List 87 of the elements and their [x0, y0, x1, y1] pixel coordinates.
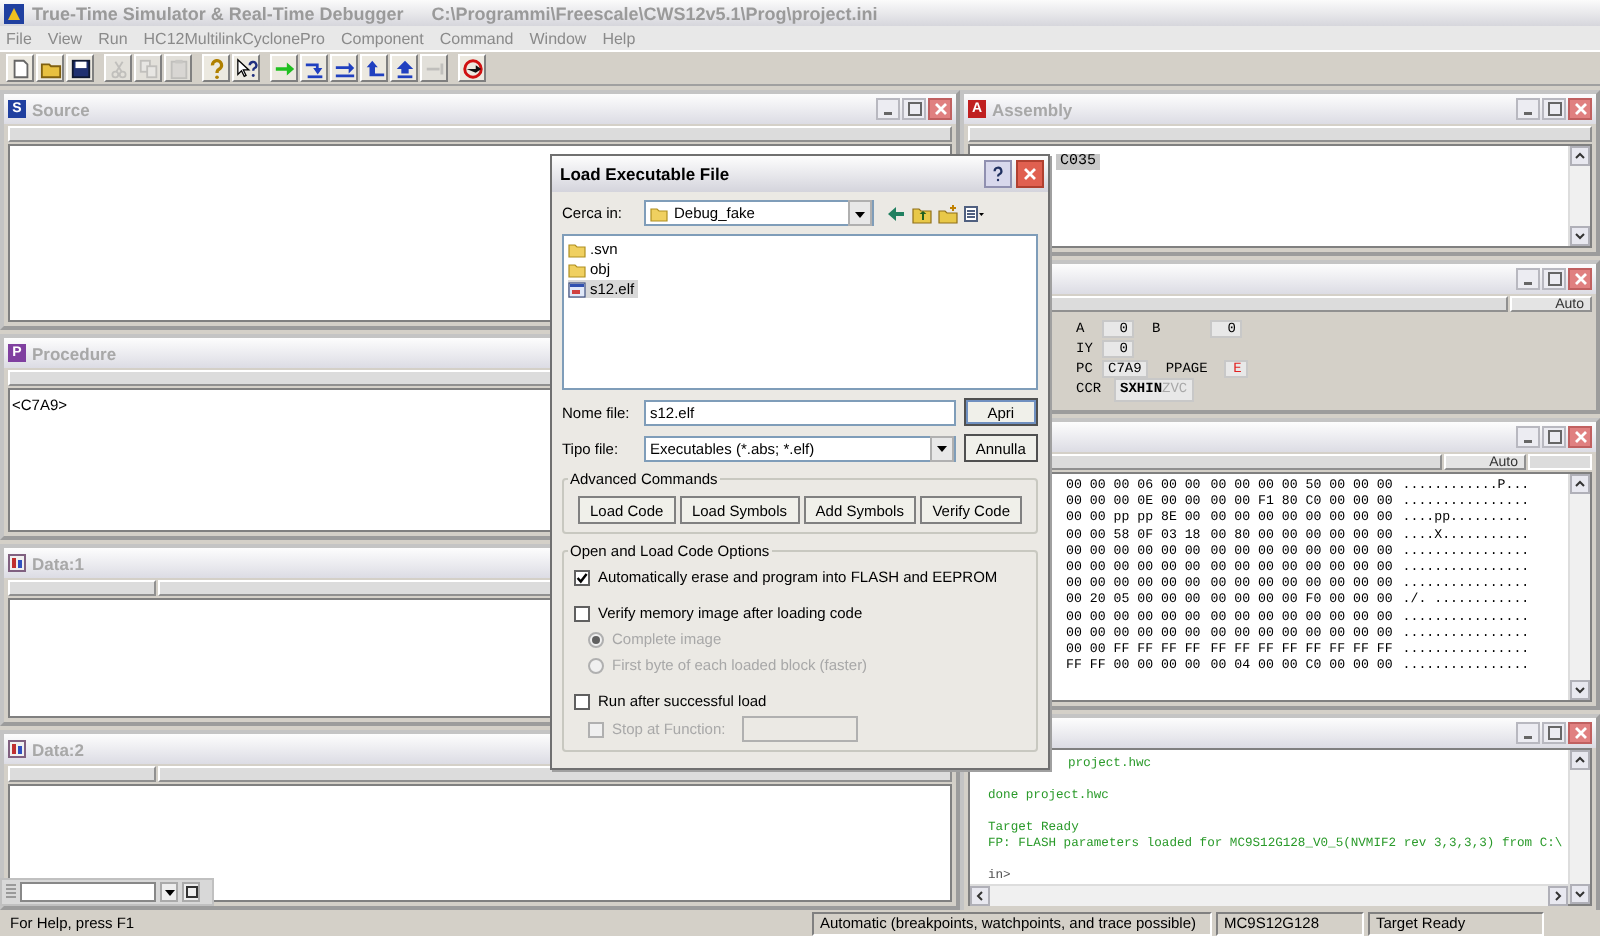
- caret-down-icon: [935, 442, 948, 454]
- window-title: Source: [32, 99, 92, 119]
- caret-down-icon: [854, 207, 866, 219]
- close-icon: [933, 102, 947, 116]
- scrollbar[interactable]: [970, 884, 1568, 906]
- close-icon: [1573, 102, 1587, 116]
- reset-icon: [461, 57, 483, 79]
- close-icon: [1573, 272, 1587, 286]
- scrollbar[interactable]: [1568, 146, 1590, 246]
- window-title: Data:1: [32, 553, 86, 573]
- close-button[interactable]: [1568, 722, 1592, 744]
- context-help-button[interactable]: [232, 54, 260, 82]
- minimize-button[interactable]: [876, 98, 900, 120]
- caret-down-icon: [1574, 684, 1586, 696]
- caret-right-icon: [1552, 890, 1564, 902]
- reset-button[interactable]: [458, 54, 486, 82]
- maximize-icon: [1547, 272, 1561, 286]
- scrollbar[interactable]: [1568, 750, 1590, 904]
- question-mark-icon: [990, 166, 1006, 182]
- minimize-button[interactable]: [1516, 268, 1540, 290]
- app-icon: [4, 3, 24, 23]
- program-file-icon: [568, 281, 586, 297]
- new-folder-icon[interactable]: [938, 203, 958, 223]
- step-over-button[interactable]: [330, 54, 358, 82]
- minimize-button[interactable]: [1516, 722, 1540, 744]
- help-cursor-icon: [235, 57, 257, 79]
- caret-left-icon: [974, 890, 986, 902]
- close-button[interactable]: [928, 98, 952, 120]
- scrollbar[interactable]: [1568, 474, 1590, 700]
- step-over-icon: [333, 57, 355, 79]
- question-mark-icon: [205, 57, 227, 79]
- window-title: Assembly: [992, 99, 1075, 119]
- dropdown-button[interactable]: [160, 882, 178, 902]
- folder-icon: [650, 205, 668, 221]
- caret-down-icon: [1574, 888, 1586, 900]
- input-field[interactable]: [20, 882, 156, 902]
- maximize-button[interactable]: [902, 98, 926, 120]
- maximize-button[interactable]: [1542, 426, 1566, 448]
- caret-up-icon: [1574, 478, 1586, 490]
- step-in-button[interactable]: [300, 54, 328, 82]
- window-title: Data:2: [32, 739, 86, 759]
- help-button[interactable]: [984, 160, 1012, 188]
- scissors-icon: [107, 57, 129, 79]
- open-button[interactable]: [36, 54, 64, 82]
- window-icon: [185, 886, 197, 898]
- maximize-button[interactable]: [1542, 98, 1566, 120]
- step-arrow-icon: [393, 57, 415, 79]
- maximize-icon: [1547, 726, 1561, 740]
- window-title: True-Time Simulator & Real-Time Debugger C:\Programmi\Freescale\CWS12v5.1\Prog\project.ini: [32, 3, 878, 23]
- view-menu-icon[interactable]: [964, 203, 984, 223]
- function-field[interactable]: [741, 716, 858, 742]
- caret-up-icon: [1574, 150, 1586, 162]
- minimize-button[interactable]: [1516, 98, 1540, 120]
- minimize-button[interactable]: [1516, 426, 1540, 448]
- maximize-icon: [907, 102, 921, 116]
- close-icon: [1573, 430, 1587, 444]
- window-title: Procedure: [32, 343, 119, 363]
- caret-down-icon: [163, 886, 175, 898]
- close-button[interactable]: [1568, 98, 1592, 120]
- maximize-icon: [1547, 430, 1561, 444]
- close-button[interactable]: [1016, 160, 1044, 188]
- back-arrow-icon[interactable]: [886, 203, 906, 223]
- maximize-button[interactable]: [1542, 722, 1566, 744]
- maximize-icon: [1547, 102, 1561, 116]
- folder-up-icon[interactable]: [912, 203, 932, 223]
- caret-up-icon: [1574, 754, 1586, 766]
- assembly-step-button[interactable]: [390, 54, 418, 82]
- data-window-icon: [8, 740, 26, 758]
- check-icon: [576, 571, 588, 583]
- clipboard-icon: [167, 57, 189, 79]
- close-icon: [1022, 166, 1038, 182]
- copy-icon: [137, 57, 159, 79]
- step-out-icon: [363, 57, 385, 79]
- data-window-icon: [8, 554, 26, 572]
- maximize-button[interactable]: [1542, 268, 1566, 290]
- document-icon: [9, 57, 31, 79]
- caret-down-icon: [1574, 230, 1586, 242]
- dialog-title: Load Executable File: [560, 164, 732, 184]
- new-button[interactable]: [6, 54, 34, 82]
- close-icon: [1573, 726, 1587, 740]
- step-out-button[interactable]: [360, 54, 388, 82]
- close-button[interactable]: [1568, 268, 1592, 290]
- arrow-right-icon: [273, 57, 295, 79]
- start-button[interactable]: [270, 54, 298, 82]
- save-button[interactable]: [66, 54, 94, 82]
- close-button[interactable]: [1568, 426, 1592, 448]
- window-button[interactable]: [182, 882, 200, 902]
